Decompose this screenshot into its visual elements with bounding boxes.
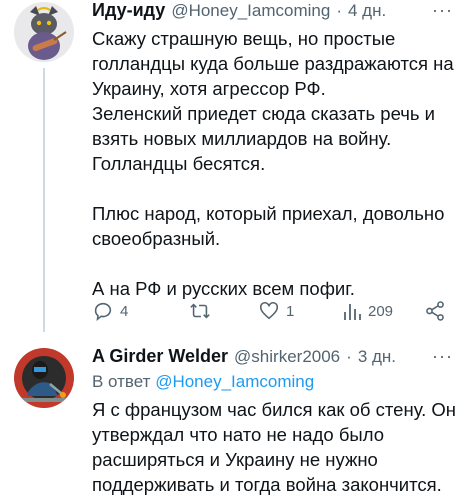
reply-to-link[interactable]: @Honey_Iamcoming (155, 372, 314, 391)
reply-button[interactable]: 4 (92, 300, 128, 322)
tweet-text: Я с французом час бился как об стену. Он… (92, 399, 456, 495)
avatar-cat[interactable] (14, 2, 74, 62)
display-name[interactable]: Иду-иду (92, 0, 165, 21)
more-options-icon[interactable]: ··· (432, 346, 453, 367)
views-button[interactable]: 209 (342, 300, 393, 322)
share-button[interactable] (424, 300, 446, 322)
like-count: 1 (286, 302, 295, 320)
retweet-button[interactable] (188, 300, 218, 322)
cat-avatar-icon (14, 2, 74, 62)
tweet-text: Скажу страшную вещь, но простые голландц… (92, 28, 454, 299)
thread-connector (43, 68, 45, 332)
reply-count: 4 (120, 302, 129, 320)
retweet-icon (190, 303, 210, 319)
display-name[interactable]: A Girder Welder (92, 346, 228, 367)
timestamp[interactable]: 3 дн. (358, 347, 396, 367)
separator: · (346, 347, 352, 366)
heart-icon (259, 301, 279, 320)
timestamp[interactable]: 4 дн. (348, 1, 386, 21)
reply-prefix: В ответ (92, 372, 151, 391)
avatar-welder[interactable] (14, 348, 74, 408)
reply-icon (94, 302, 112, 322)
analytics-icon (344, 304, 361, 320)
reply-context: В ответ @Honey_Iamcoming (92, 372, 314, 392)
more-options-icon[interactable]: ··· (432, 0, 453, 21)
handle[interactable]: @shirker2006 (234, 347, 340, 367)
welder-avatar-icon (14, 348, 74, 408)
view-count: 209 (368, 302, 394, 320)
like-button[interactable]: 1 (258, 300, 294, 322)
separator: · (336, 1, 342, 20)
handle[interactable]: @Honey_Iamcoming (171, 1, 330, 21)
share-icon (426, 301, 444, 321)
